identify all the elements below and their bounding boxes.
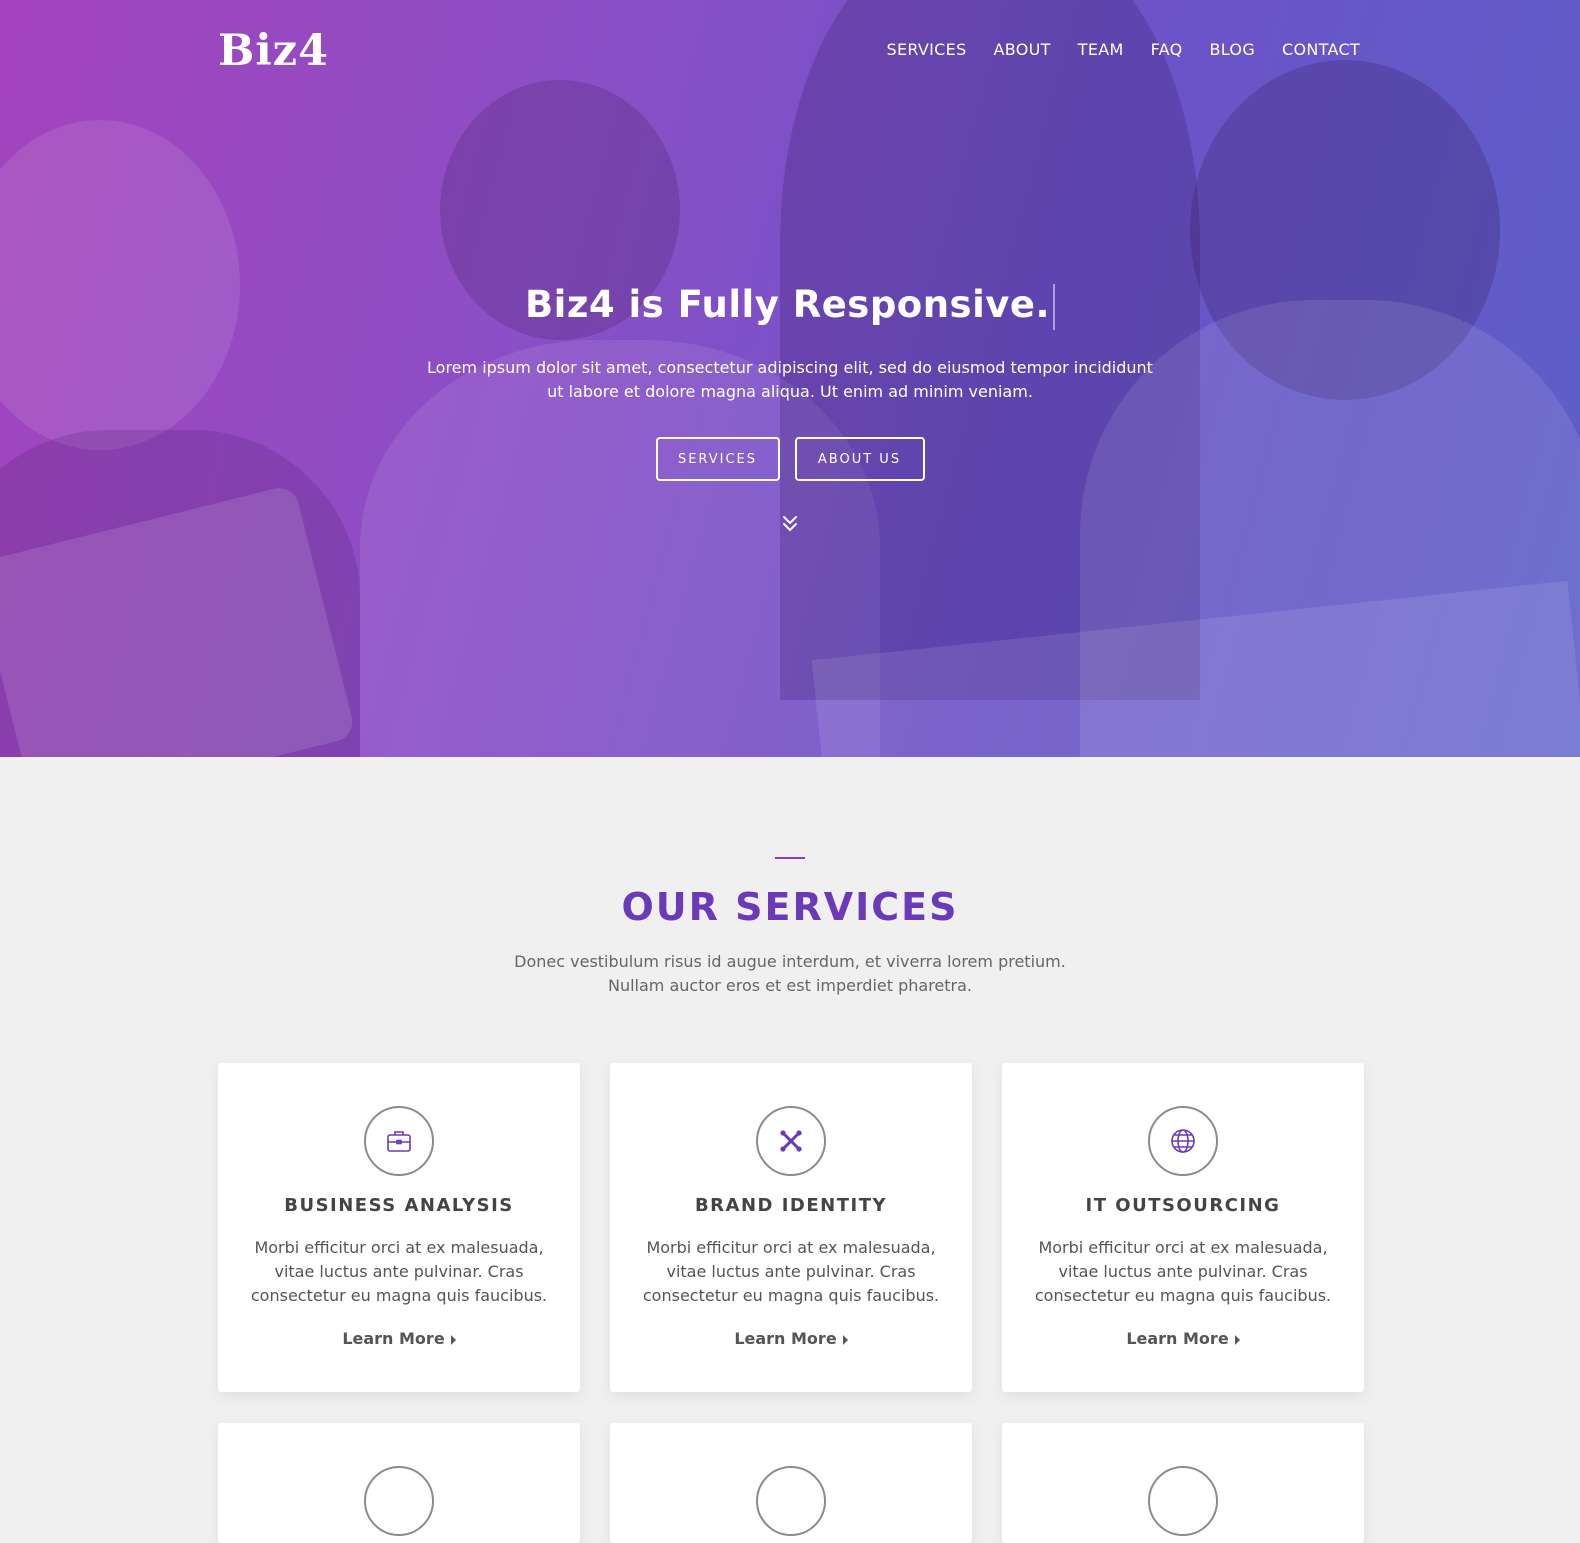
logo[interactable]: Biz4 [218, 26, 329, 76]
navbar: Biz4 SERVICES ABOUT TEAM FAQ BLOG CONTAC… [0, 0, 1580, 100]
card-text: Morbi efficitur orci at ex malesuada, vi… [1034, 1238, 1332, 1305]
briefcase-icon [364, 1106, 434, 1176]
chevron-double-down-icon[interactable] [778, 512, 802, 536]
card-title: BUSINESS ANALYSIS [284, 1195, 514, 1216]
main-nav: SERVICES ABOUT TEAM FAQ BLOG CONTACT [860, 40, 1360, 59]
nav-item-about[interactable]: ABOUT [994, 40, 1051, 59]
service-card [610, 1423, 972, 1543]
nav-item-team[interactable]: TEAM [1078, 40, 1124, 59]
caret-right-icon [1234, 1334, 1240, 1345]
services-button[interactable]: SERVICES [655, 437, 780, 481]
nav-item-faq[interactable]: FAQ [1151, 40, 1183, 59]
section-accent-line [775, 857, 805, 859]
hero-description: Lorem ipsum dolor sit amet, consectetur … [427, 358, 1153, 401]
learn-more-link[interactable]: Learn More [1002, 1329, 1364, 1348]
about-us-button[interactable]: ABOUT US [794, 437, 925, 481]
typing-cursor [1053, 283, 1056, 330]
learn-more-label: Learn More [734, 1329, 837, 1348]
service-icon [364, 1466, 434, 1536]
service-card [218, 1423, 580, 1543]
hero-section: Biz4 SERVICES ABOUT TEAM FAQ BLOG CONTAC… [0, 0, 1580, 757]
joomla-icon [756, 1106, 826, 1176]
hero-title-text: Biz4 is Fully Responsive. [524, 283, 1051, 326]
card-title: IT OUTSOURCING [1085, 1195, 1281, 1216]
learn-more-label: Learn More [342, 1329, 445, 1348]
services-section: OUR SERVICES Donec vestibulum risus id a… [0, 757, 1580, 1543]
card-title: BRAND IDENTITY [694, 1195, 888, 1216]
card-text: Morbi efficitur orci at ex malesuada, vi… [642, 1238, 940, 1305]
section-subtitle: Donec vestibulum risus id augue interdum… [514, 952, 1066, 995]
service-card: BRAND IDENTITY Morbi efficitur orci at e… [610, 1063, 972, 1392]
learn-more-label: Learn More [1126, 1329, 1229, 1348]
hero-title: Biz4 is Fully Responsive. [0, 283, 1580, 330]
hero-buttons: SERVICES ABOUT US [0, 437, 1580, 481]
globe-icon [1148, 1106, 1218, 1176]
service-card [1002, 1423, 1364, 1543]
caret-right-icon [842, 1334, 848, 1345]
card-text: Morbi efficitur orci at ex malesuada, vi… [250, 1238, 548, 1305]
service-icon [1148, 1466, 1218, 1536]
section-title: OUR SERVICES [621, 885, 959, 929]
learn-more-link[interactable]: Learn More [218, 1329, 580, 1348]
service-card: IT OUTSOURCING Morbi efficitur orci at e… [1002, 1063, 1364, 1392]
learn-more-link[interactable]: Learn More [610, 1329, 972, 1348]
service-card: BUSINESS ANALYSIS Morbi efficitur orci a… [218, 1063, 580, 1392]
nav-item-contact[interactable]: CONTACT [1282, 40, 1360, 59]
service-icon [756, 1466, 826, 1536]
nav-item-blog[interactable]: BLOG [1210, 40, 1256, 59]
nav-item-services[interactable]: SERVICES [887, 40, 967, 59]
caret-right-icon [450, 1334, 456, 1345]
